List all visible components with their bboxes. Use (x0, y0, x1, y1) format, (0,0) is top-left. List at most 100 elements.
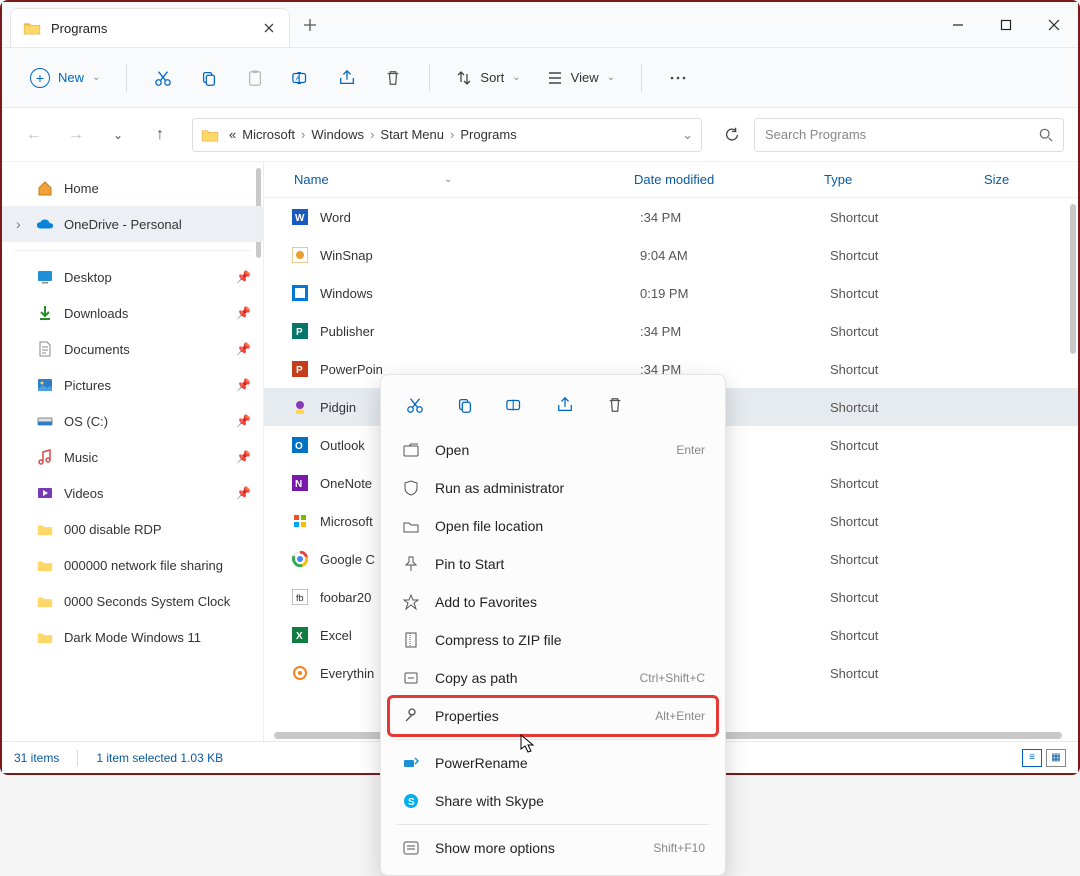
up-button[interactable]: ↑ (142, 117, 178, 153)
sidebar-music[interactable]: Music📌 (2, 439, 263, 475)
cloud-icon (36, 215, 54, 233)
recent-button[interactable]: ⌄ (100, 117, 136, 153)
svg-text:X: X (296, 631, 303, 642)
close-button[interactable] (1030, 2, 1078, 47)
folder-icon (36, 628, 54, 646)
breadcrumb-seg[interactable]: Programs (460, 127, 516, 142)
col-date[interactable]: Date modified (634, 172, 824, 187)
back-button[interactable]: ← (16, 117, 52, 153)
refresh-button[interactable] (716, 126, 748, 144)
details-view-button[interactable]: ≡ (1022, 749, 1042, 767)
sidebar-folder[interactable]: 000 disable RDP (2, 511, 263, 547)
ctx-powerrename[interactable]: PowerRename (389, 744, 717, 782)
pin-icon: 📌 (236, 486, 251, 500)
ctx-compress[interactable]: Compress to ZIP file (389, 621, 717, 659)
ctx-skype[interactable]: SShare with Skype (389, 782, 717, 820)
minimize-button[interactable] (934, 2, 982, 47)
svg-text:W: W (295, 213, 305, 224)
ctx-showmore[interactable]: Show more optionsShift+F10 (389, 829, 717, 867)
sort-indicator-icon: ⌄ (444, 174, 452, 185)
chevron-down-icon[interactable]: ⌄ (682, 127, 693, 143)
sidebar-videos[interactable]: Videos📌 (2, 475, 263, 511)
desktop-icon (36, 268, 54, 286)
sidebar-folder[interactable]: Dark Mode Windows 11 (2, 619, 263, 655)
ctx-rename-button[interactable] (499, 389, 531, 421)
sort-button[interactable]: Sort ⌄ (446, 64, 530, 92)
breadcrumb-seg[interactable]: Start Menu (380, 127, 444, 142)
new-tab-button[interactable] (290, 2, 330, 47)
new-button[interactable]: + New ⌄ (20, 62, 110, 94)
list-item[interactable]: WWord:34 PMShortcut (264, 198, 1078, 236)
ctx-open[interactable]: OpenEnter (389, 431, 717, 469)
context-menu: OpenEnter Run as administrator Open file… (380, 374, 726, 876)
ctx-properties[interactable]: PropertiesAlt+Enter (389, 697, 717, 735)
sidebar: Home OneDrive - Personal Desktop📌 Downlo… (2, 162, 264, 741)
ctx-openloc[interactable]: Open file location (389, 507, 717, 545)
folder-icon (401, 516, 421, 536)
copy-button[interactable] (189, 58, 229, 98)
col-size[interactable]: Size (984, 172, 1064, 187)
grid-view-button[interactable]: ▦ (1046, 749, 1066, 767)
context-icon-row (389, 383, 717, 431)
share-button[interactable] (327, 58, 367, 98)
svg-text:S: S (408, 797, 415, 808)
shield-icon (401, 478, 421, 498)
sidebar-pictures[interactable]: Pictures📌 (2, 367, 263, 403)
paste-button[interactable] (235, 58, 275, 98)
col-type[interactable]: Type (824, 172, 984, 187)
app-icon: P (290, 359, 310, 379)
status-selected: 1 item selected 1.03 KB (96, 751, 223, 765)
ctx-copy-button[interactable] (449, 389, 481, 421)
app-icon: fb (290, 587, 310, 607)
folder-icon (201, 128, 219, 142)
search-input[interactable]: Search Programs (754, 118, 1064, 152)
ctx-copypath[interactable]: Copy as pathCtrl+Shift+C (389, 659, 717, 697)
cut-button[interactable] (143, 58, 183, 98)
scrollbar[interactable] (1070, 204, 1076, 354)
svg-text:A: A (296, 75, 301, 82)
tab-programs[interactable]: Programs (10, 8, 290, 47)
sidebar-home[interactable]: Home (2, 170, 263, 206)
ctx-cut-button[interactable] (399, 389, 431, 421)
list-item[interactable]: PPublisher:34 PMShortcut (264, 312, 1078, 350)
ctx-addfav[interactable]: Add to Favorites (389, 583, 717, 621)
sidebar-desktop[interactable]: Desktop📌 (2, 259, 263, 295)
svg-text:N: N (295, 479, 302, 490)
window-controls (934, 2, 1078, 47)
nav-bar: ← → ⌄ ↑ « Microsoft› Windows› Start Menu… (2, 108, 1078, 162)
tab-label: Programs (51, 21, 251, 36)
breadcrumb-seg[interactable]: Windows (311, 127, 364, 142)
breadcrumb-seg[interactable]: Microsoft (242, 127, 295, 142)
sidebar-onedrive[interactable]: OneDrive - Personal (2, 206, 263, 242)
delete-button[interactable] (373, 58, 413, 98)
ctx-pinstart[interactable]: Pin to Start (389, 545, 717, 583)
more-button[interactable] (658, 58, 698, 98)
col-name[interactable]: Name⌄ (294, 172, 634, 187)
forward-button[interactable]: → (58, 117, 94, 153)
sidebar-folder[interactable]: 0000 Seconds System Clock (2, 583, 263, 619)
app-icon: N (290, 473, 310, 493)
pin-icon (401, 554, 421, 574)
app-icon (290, 283, 310, 303)
sidebar-folder[interactable]: 000000 network file sharing (2, 547, 263, 583)
ctx-delete-button[interactable] (599, 389, 631, 421)
sidebar-downloads[interactable]: Downloads📌 (2, 295, 263, 331)
pin-icon: 📌 (236, 342, 251, 356)
ctx-share-button[interactable] (549, 389, 581, 421)
separator (397, 739, 709, 740)
list-item[interactable]: Windows0:19 PMShortcut (264, 274, 1078, 312)
list-item[interactable]: WinSnap9:04 AMShortcut (264, 236, 1078, 274)
rename-button[interactable]: A (281, 58, 321, 98)
column-headers: Name⌄ Date modified Type Size (264, 162, 1078, 198)
ctx-runadmin[interactable]: Run as administrator (389, 469, 717, 507)
maximize-button[interactable] (982, 2, 1030, 47)
breadcrumb[interactable]: « Microsoft› Windows› Start Menu› Progra… (192, 118, 702, 152)
tab-close-icon[interactable] (261, 20, 277, 36)
svg-text:O: O (295, 441, 303, 452)
sidebar-osc[interactable]: OS (C:)📌 (2, 403, 263, 439)
sidebar-documents[interactable]: Documents📌 (2, 331, 263, 367)
folder-icon (36, 556, 54, 574)
separator (641, 64, 642, 92)
drive-icon (36, 412, 54, 430)
view-button[interactable]: View ⌄ (537, 64, 625, 92)
